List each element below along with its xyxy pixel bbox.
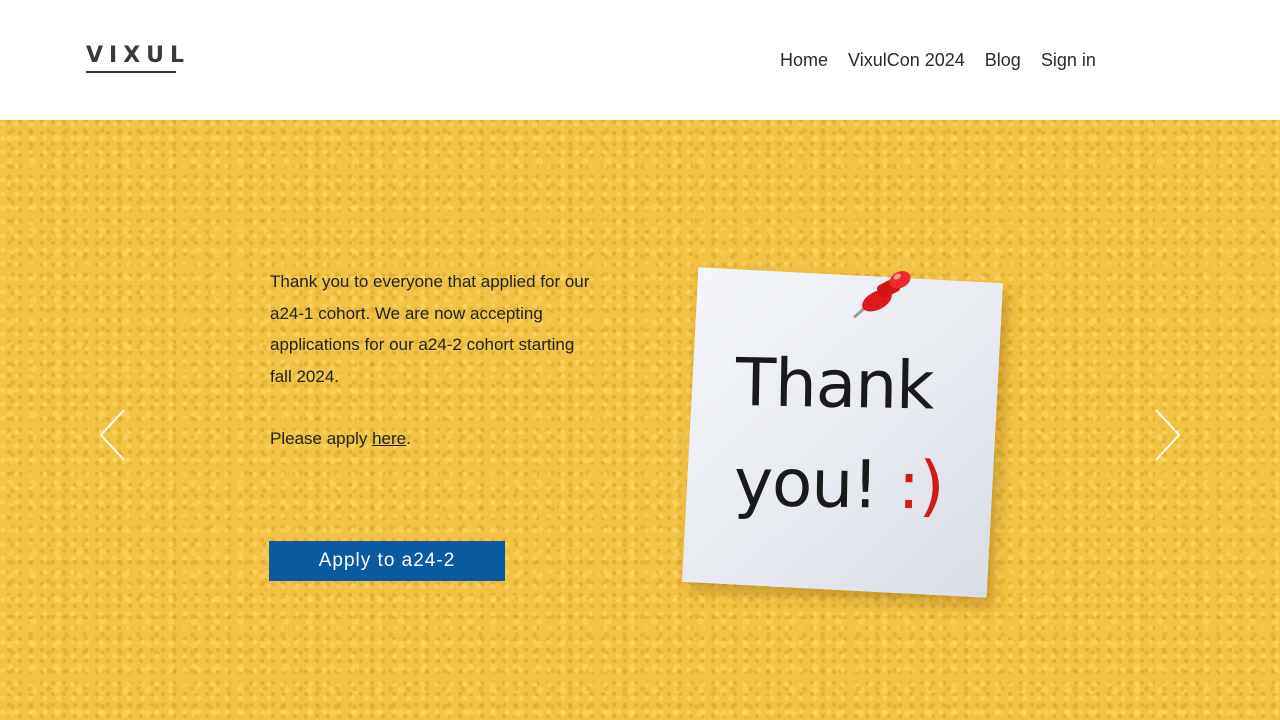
apply-line: Please apply here.	[270, 423, 590, 455]
note-line-you: you! :)	[733, 433, 944, 537]
note-smile: :)	[897, 446, 945, 525]
hero-paragraph: Thank you to everyone that applied for o…	[270, 272, 590, 386]
apply-suffix: .	[406, 429, 411, 448]
apply-prefix: Please apply	[270, 429, 373, 448]
apply-here-link[interactable]: here	[372, 429, 406, 448]
apply-button[interactable]: Apply to a24-2	[269, 541, 505, 581]
nav-home[interactable]: Home	[780, 48, 828, 72]
logo-underline	[86, 71, 176, 73]
note-handwriting: Thank you! :)	[733, 333, 946, 537]
logo-text: VIXUL	[86, 43, 191, 68]
note-line-thank: Thank	[735, 344, 935, 425]
hero-slideshow: Thank you to everyone that applied for o…	[0, 120, 1280, 720]
site-logo[interactable]: VIXUL	[86, 43, 191, 73]
chevron-left-icon[interactable]	[98, 408, 128, 462]
chevron-right-icon[interactable]	[1152, 408, 1182, 462]
thank-you-note-image: Thank you! :)	[681, 267, 1004, 598]
main-nav: Home VixulCon 2024 Blog Sign in	[780, 48, 1096, 72]
site-header: VIXUL Home VixulCon 2024 Blog Sign in	[0, 0, 1280, 120]
hero-copy: Thank you to everyone that applied for o…	[270, 266, 590, 486]
pushpin-icon	[853, 271, 911, 319]
note-you: you!	[733, 444, 879, 524]
nav-blog[interactable]: Blog	[985, 48, 1021, 72]
nav-vixulcon-2024[interactable]: VixulCon 2024	[848, 48, 965, 72]
nav-sign-in[interactable]: Sign in	[1041, 48, 1096, 72]
